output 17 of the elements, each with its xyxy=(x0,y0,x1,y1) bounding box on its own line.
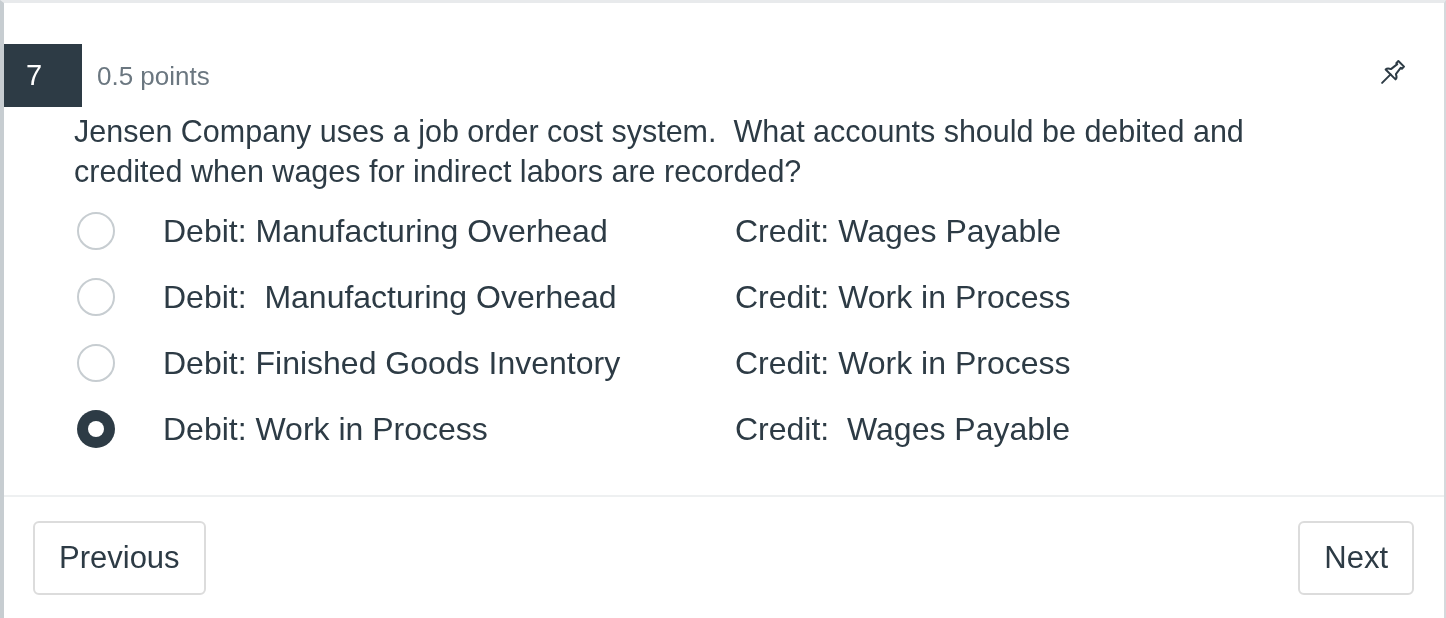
debit-answer: Debit: Work in Process xyxy=(163,410,489,449)
radio-button[interactable] xyxy=(77,410,115,448)
points-label: 0.5 points xyxy=(97,60,210,93)
debit-answer: Debit: Manufacturing Overhead xyxy=(163,212,609,251)
question-text: Jensen Company uses a job order cost system. What accounts should be debited and credited when wages for indirect labors are recorded? xyxy=(74,113,1245,191)
previous-button[interactable]: Previous xyxy=(33,521,206,595)
debit-answer: Debit: Manufacturing Overhead xyxy=(163,278,618,317)
credit-answer: Credit: Wages Payable xyxy=(735,212,1062,251)
radio-button[interactable] xyxy=(77,344,115,382)
question-number: 7 xyxy=(4,44,82,107)
credit-answer: Credit: Work in Process xyxy=(735,344,1071,383)
credit-answer: Credit: Wages Payable xyxy=(735,410,1070,449)
radio-button[interactable] xyxy=(77,278,115,316)
credit-answer: Credit: Work in Process xyxy=(735,278,1071,317)
debit-answer: Debit: Finished Goods Inventory xyxy=(163,344,622,383)
radio-button[interactable] xyxy=(77,212,115,250)
next-button[interactable]: Next xyxy=(1298,521,1414,595)
